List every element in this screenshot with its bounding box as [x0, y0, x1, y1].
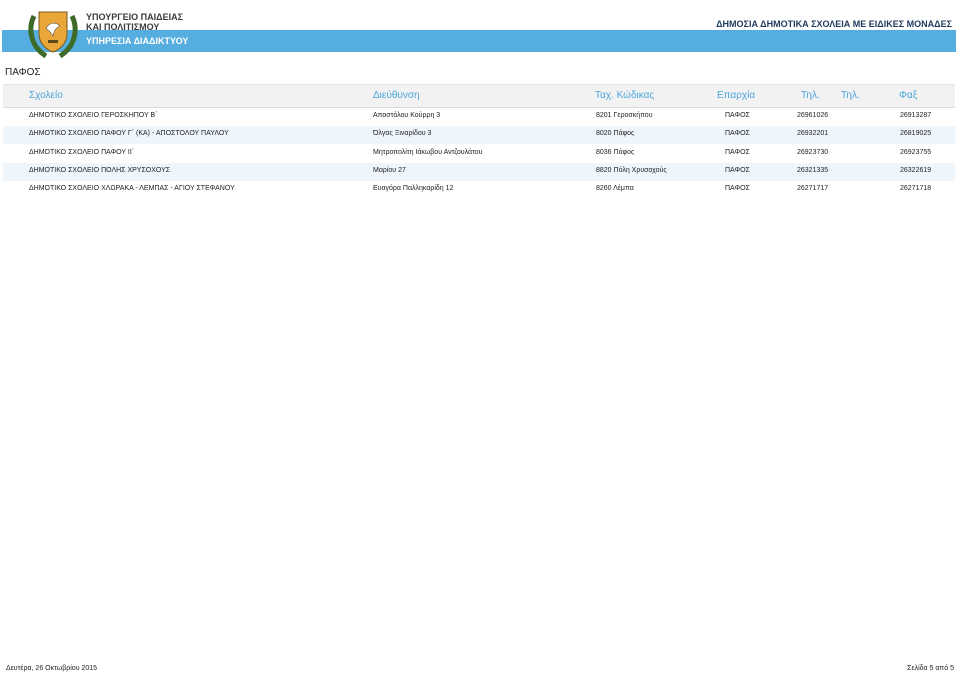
cell-address: Αποστόλου Κούρρη 3: [373, 112, 441, 119]
cell-fax: 26913287: [900, 112, 932, 119]
cell-province: ΠΑΦΟΣ: [725, 167, 750, 174]
cell-fax: 26271718: [900, 185, 932, 192]
cell-postcode: 8036 Πάφος: [596, 149, 635, 156]
cell-province: ΠΑΦΟΣ: [725, 149, 750, 156]
cell-phone: 26932201: [797, 130, 829, 137]
cell-school: ΔΗΜΟΤΙΚΟ ΣΧΟΛΕΙΟ ΧΛΩΡΑΚΑ - ΛΕΜΠΑΣ - ΑΓΙΟ…: [29, 185, 235, 192]
table-row: ΔΗΜΟΤΙΚΟ ΣΧΟΛΕΙΟ ΧΛΩΡΑΚΑ - ΛΕΜΠΑΣ - ΑΓΙΟ…: [3, 181, 955, 199]
cell-address: Όλγας Ξιναρίδου 3: [373, 130, 432, 137]
cell-address: Ευαγόρα Παλληκαρίδη 12: [373, 185, 454, 192]
cell-address: Μητροπολίτη Ιάκωβου Αντζουλάτου: [373, 149, 483, 156]
cyprus-coat-of-arms-icon: [28, 11, 78, 59]
cell-school: ΔΗΜΟΤΙΚΟ ΣΧΟΛΕΙΟ ΠΑΦΟΥ Γ΄ (ΚΑ) - ΑΠΟΣΤΟΛ…: [29, 130, 229, 137]
cell-postcode: 8260 Λέμπα: [596, 185, 634, 192]
cell-fax: 26322619: [900, 167, 932, 174]
table-row: ΔΗΜΟΤΙΚΟ ΣΧΟΛΕΙΟ ΠΑΦΟΥ Γ΄ (ΚΑ) - ΑΠΟΣΤΟΛ…: [3, 126, 955, 144]
cell-school: ΔΗΜΟΤΙΚΟ ΣΧΟΛΕΙΟ ΠΑΦΟΥ ΙΙ΄: [29, 149, 135, 156]
cell-address: Μαρίου 27: [373, 167, 406, 174]
service-name: ΥΠΗΡΕΣΙΑ ΔΙΑΔΙΚΤΥΟΥ: [86, 36, 189, 46]
ministry-name: ΥΠΟΥΡΓΕΙΟ ΠΑΙΔΕΙΑΣ ΚΑΙ ΠΟΛΙΤΙΣΜΟΥ: [86, 12, 183, 32]
cell-province: ΠΑΦΟΣ: [725, 112, 750, 119]
cell-phone: 26923730: [797, 149, 829, 156]
cell-province: ΠΑΦΟΣ: [725, 185, 750, 192]
region-title: ΠΑΦΟΣ: [5, 67, 41, 78]
column-header-phone-2: Τηλ.: [841, 90, 860, 101]
ministry-line-1: ΥΠΟΥΡΓΕΙΟ ΠΑΙΔΕΙΑΣ: [86, 12, 184, 22]
table-row: ΔΗΜΟΤΙΚΟ ΣΧΟΛΕΙΟ ΠΑΦΟΥ ΙΙ΄ Μητροπολίτη Ι…: [3, 145, 955, 163]
column-header-postcode: Ταχ. Κώδικας: [595, 90, 655, 101]
page-title: ΔΗΜΟΣΙΑ ΔΗΜΟΤΙΚΑ ΣΧΟΛΕΙΑ ΜΕ ΕΙΔΙΚΕΣ ΜΟΝΑ…: [716, 19, 952, 29]
column-header-address: Διεύθυνση: [373, 90, 420, 101]
cell-province: ΠΑΦΟΣ: [725, 130, 750, 137]
cell-postcode: 8020 Πάφος: [596, 130, 635, 137]
column-header-school: Σχολείο: [29, 90, 63, 101]
table-row: ΔΗΜΟΤΙΚΟ ΣΧΟΛΕΙΟ ΠΟΛΗΣ ΧΡΥΣΟΧΟΥΣ Μαρίου …: [3, 163, 955, 181]
cell-postcode: 8820 Πόλη Χρυσοχούς: [596, 167, 667, 174]
cell-school: ΔΗΜΟΤΙΚΟ ΣΧΟΛΕΙΟ ΓΕΡΟΣΚΗΠΟΥ Β΄: [29, 112, 158, 119]
column-header-province: Επαρχία: [717, 90, 756, 101]
footer-date: Δευτέρα, 26 Οκτωβρίου 2015: [6, 665, 98, 672]
cell-fax: 26923755: [900, 149, 932, 156]
cell-phone: 26321335: [797, 167, 829, 174]
table-row: ΔΗΜΟΤΙΚΟ ΣΧΟΛΕΙΟ ΓΕΡΟΣΚΗΠΟΥ Β΄ Αποστόλου…: [3, 108, 955, 126]
footer-page-number: Σελίδα 5 από 5: [907, 665, 954, 672]
cell-school: ΔΗΜΟΤΙΚΟ ΣΧΟΛΕΙΟ ΠΟΛΗΣ ΧΡΥΣΟΧΟΥΣ: [29, 167, 171, 174]
cell-phone: 26271717: [797, 185, 829, 192]
cell-fax: 26819025: [900, 130, 932, 137]
cell-phone: 26961026: [797, 112, 829, 119]
column-header-fax: Φαξ: [899, 90, 918, 101]
table-header: Σχολείο Διεύθυνση Ταχ. Κώδικας Επαρχία Τ…: [3, 84, 955, 108]
column-header-phone-1: Τηλ.: [801, 90, 820, 101]
cell-postcode: 8201 Γεροσκήπου: [596, 112, 653, 119]
ministry-line-2: ΚΑΙ ΠΟΛΙΤΙΣΜΟΥ: [86, 22, 160, 32]
